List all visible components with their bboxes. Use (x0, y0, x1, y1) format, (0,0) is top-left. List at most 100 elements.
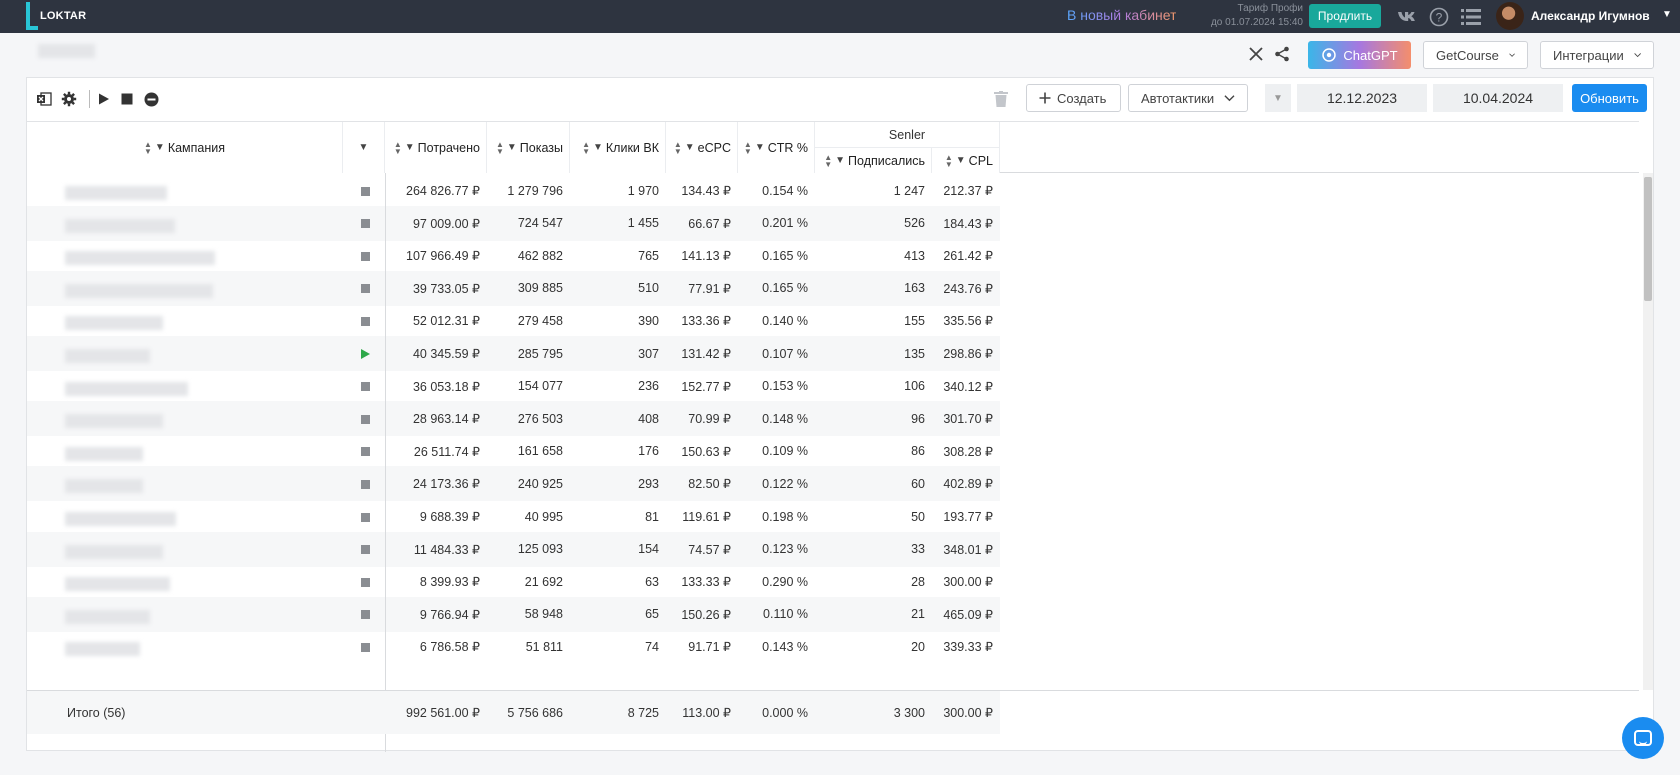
filter-icon[interactable]: ▼ (155, 142, 165, 153)
table-row[interactable]: 9 688.39 ₽ 40 995 81 119.61 ₽ 0.198 % 50 193.7… (27, 499, 1000, 534)
stop-status-icon[interactable] (359, 544, 371, 556)
sort-icon[interactable]: ▲ ▼ (945, 153, 953, 168)
campaign-name[interactable] (65, 446, 143, 461)
table-row[interactable]: 40 345.59 ₽ 285 795 307 131.42 ₽ 0.107 % 135 2… (27, 336, 1000, 371)
stop-icon[interactable] (118, 90, 136, 108)
gear-icon[interactable] (60, 90, 78, 108)
campaign-name[interactable] (65, 186, 167, 200)
campaign-name[interactable] (65, 349, 150, 363)
campaign-name[interactable] (65, 283, 213, 298)
stop-status-icon[interactable] (359, 185, 371, 197)
new-cabinet-link[interactable]: В новый кабинет (1067, 7, 1176, 23)
table-row[interactable]: 24 173.36 ₽ 240 925 293 82.50 ₽ 0.122 % 60 402… (27, 466, 1000, 502)
campaign-name[interactable] (65, 381, 188, 396)
filter-icon[interactable]: ▼ (835, 155, 845, 166)
stop-status-icon[interactable] (359, 576, 371, 588)
minus-circle-icon[interactable] (142, 90, 160, 108)
create-button[interactable]: Создать (1026, 84, 1121, 112)
column-header-cpl[interactable]: ▲ ▼ ▼ CPL (932, 148, 1000, 173)
column-header-ctr[interactable]: ▲ ▼ ▼ CTR % (738, 122, 815, 173)
filter-icon[interactable]: ▼ (956, 155, 966, 166)
column-header-clicks[interactable]: ▲ ▼ ▼ Клики ВК (570, 122, 666, 173)
excel-export-icon[interactable] (35, 90, 53, 108)
campaign-name[interactable] (65, 609, 150, 624)
table-row[interactable]: 264 826.77 ₽ 1 279 796 1 970 134.43 ₽ 0.154 … (27, 173, 1000, 208)
campaign-name[interactable] (65, 642, 140, 657)
refresh-button[interactable]: Обновить (1572, 84, 1647, 112)
play-icon[interactable] (95, 90, 113, 108)
stop-status-icon[interactable] (359, 250, 371, 262)
campaign-name[interactable] (65, 218, 175, 233)
close-icon[interactable] (1246, 44, 1266, 64)
vertical-scrollbar[interactable] (1643, 173, 1653, 690)
chevron-down-icon[interactable]: ▼ (1662, 9, 1672, 20)
sort-icon[interactable]: ▲ ▼ (496, 140, 504, 155)
stop-status-icon[interactable] (359, 381, 371, 393)
filter-icon[interactable]: ▼ (359, 142, 369, 153)
renew-button[interactable]: Продлить (1309, 4, 1381, 28)
table-row[interactable]: 6 786.58 ₽ 51 811 74 91.71 ₽ 0.143 % 20 339.33… (27, 629, 1000, 664)
table-row[interactable]: 39 733.05 ₽ 309 885 510 77.91 ₽ 0.165 % 163 24… (27, 270, 1000, 306)
table-row[interactable]: 26 511.74 ₽ 161 658 176 150.63 ₽ 0.109 % 86 30… (27, 434, 1000, 469)
stop-status-icon[interactable] (359, 478, 371, 490)
stop-status-icon[interactable] (359, 641, 371, 653)
play-status-icon[interactable] (359, 348, 371, 360)
table-row[interactable]: 52 012.31 ₽ 279 458 390 133.36 ₽ 0.140 % 155 3… (27, 303, 1000, 338)
sort-icon[interactable]: ▲ ▼ (674, 140, 682, 155)
trash-icon[interactable] (994, 91, 1008, 110)
table-row[interactable]: 28 963.14 ₽ 276 503 408 70.99 ₽ 0.148 % 96 301… (27, 401, 1000, 437)
stop-status-icon[interactable] (359, 446, 371, 458)
stop-status-icon[interactable] (359, 218, 371, 230)
campaign-name[interactable] (65, 479, 143, 494)
column-header-impressions[interactable]: ▲ ▼ ▼ Показы (487, 122, 570, 173)
campaign-name[interactable] (65, 577, 170, 592)
integrations-dropdown[interactable]: Интеграции (1540, 41, 1654, 69)
autotactics-dropdown[interactable]: Автотактики (1128, 84, 1248, 112)
table-row[interactable]: 97 009.00 ₽ 724 547 1 455 66.67 ₽ 0.201 % 526… (27, 205, 1000, 241)
stop-status-icon[interactable] (359, 511, 371, 523)
filter-icon[interactable]: ▼ (593, 142, 603, 153)
sort-icon[interactable]: ▲ ▼ (394, 140, 402, 155)
logo[interactable]: LOKTAR (26, 2, 86, 30)
date-from-input[interactable]: 12.12.2023 (1297, 84, 1427, 112)
avatar[interactable] (1496, 2, 1524, 30)
table-row[interactable]: 9 766.94 ₽ 58 948 65 150.26 ₽ 0.110 % 21 465.0… (27, 596, 1000, 632)
vk-icon[interactable] (1396, 6, 1418, 28)
scrollbar-thumb[interactable] (1644, 177, 1652, 301)
column-header-ecpc[interactable]: ▲ ▼ ▼ eCPC (666, 122, 738, 173)
help-icon[interactable]: ? (1428, 6, 1450, 28)
sort-icon[interactable]: ▲ ▼ (582, 140, 590, 155)
chatgpt-button[interactable]: ChatGPT (1308, 41, 1411, 69)
filter-icon[interactable]: ▼ (507, 142, 517, 153)
table-row[interactable]: 8 399.93 ₽ 21 692 63 133.33 ₽ 0.290 % 28 300.0… (27, 564, 1000, 599)
campaign-name[interactable] (65, 512, 176, 526)
date-to-input[interactable]: 10.04.2024 (1433, 84, 1563, 112)
table-row[interactable]: 36 053.18 ₽ 154 077 236 152.77 ₽ 0.153 % 106 3… (27, 369, 1000, 404)
column-header-status[interactable]: ▼ (343, 122, 385, 173)
date-preset-dropdown[interactable]: ▼ (1265, 84, 1291, 112)
stop-status-icon[interactable] (359, 315, 371, 327)
getcourse-dropdown[interactable]: GetCourse (1423, 41, 1528, 69)
filter-icon[interactable]: ▼ (405, 142, 415, 153)
stop-status-icon[interactable] (359, 609, 371, 621)
column-header-campaign[interactable]: ▲ ▼ ▼ Кампания (27, 122, 343, 173)
campaign-name[interactable] (65, 414, 163, 429)
stop-status-icon[interactable] (359, 413, 371, 425)
user-name[interactable]: Александр Игумнов (1531, 9, 1650, 23)
campaign-name[interactable] (65, 316, 163, 331)
campaign-name[interactable] (65, 251, 215, 266)
stop-status-icon[interactable] (359, 283, 371, 295)
support-chat-button[interactable] (1622, 717, 1664, 759)
column-header-subscribed[interactable]: ▲ ▼ ▼ Подписались (815, 148, 932, 173)
sort-icon[interactable]: ▲ ▼ (744, 140, 752, 155)
column-header-spent[interactable]: ▲ ▼ ▼ Потрачено (385, 122, 487, 173)
table-row[interactable]: 107 966.49 ₽ 462 882 765 141.13 ₽ 0.165 % 413… (27, 238, 1000, 273)
sort-icon[interactable]: ▲ ▼ (824, 153, 832, 168)
filter-icon[interactable]: ▼ (755, 142, 765, 153)
table-row[interactable]: 11 484.33 ₽ 125 093 154 74.57 ₽ 0.123 % 33 348… (27, 531, 1000, 567)
filter-icon[interactable]: ▼ (685, 142, 695, 153)
menu-list-icon[interactable] (1460, 6, 1482, 28)
share-icon[interactable] (1272, 44, 1292, 64)
campaign-name[interactable] (65, 544, 163, 559)
sort-icon[interactable]: ▲ ▼ (144, 140, 152, 155)
